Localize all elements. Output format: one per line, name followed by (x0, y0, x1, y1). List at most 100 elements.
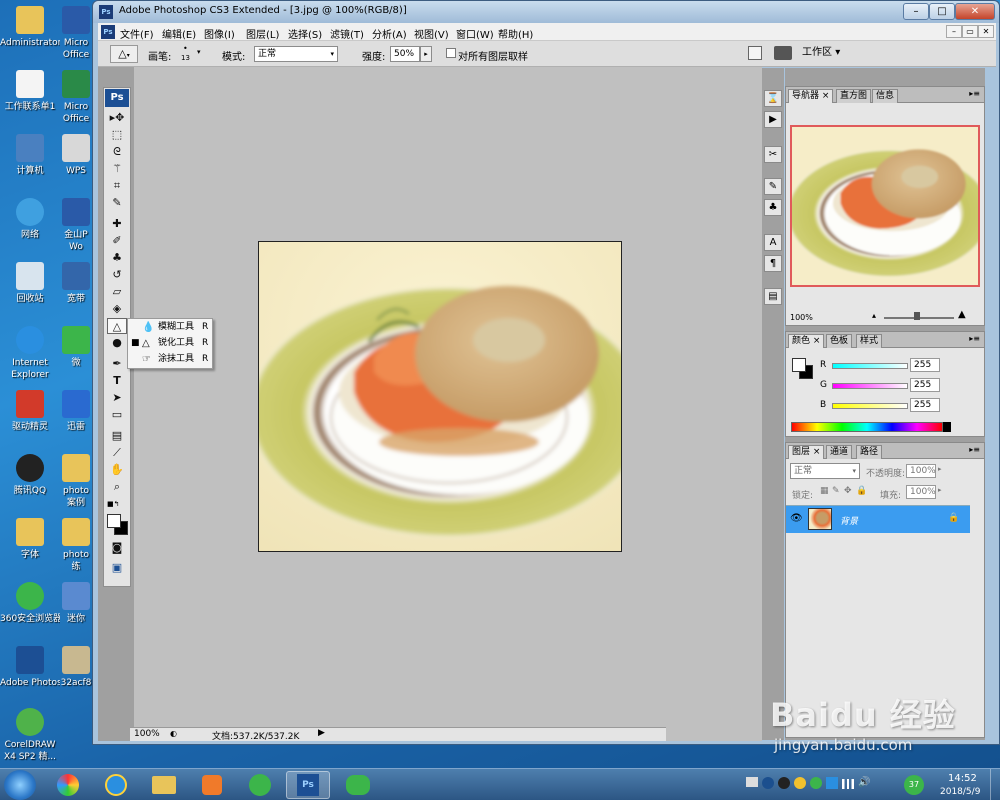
palette-toggle-icon[interactable] (748, 46, 762, 60)
desktop-icon-driver-genius[interactable]: 驱动精灵 (0, 388, 60, 450)
start-button[interactable] (4, 770, 36, 800)
close-button[interactable]: ✕ (955, 3, 995, 20)
clone-source-icon[interactable]: ♣ (764, 199, 782, 216)
taskbar-app-360[interactable] (46, 771, 90, 799)
lock-transparency-icon[interactable]: ▦ (820, 486, 829, 496)
character-panel-icon[interactable]: A (764, 234, 782, 251)
desktop-icon-recycle-bin[interactable]: 回收站 (0, 260, 60, 322)
show-desktop-button[interactable] (990, 769, 1000, 800)
zoom-out-icon[interactable]: ▴ (872, 311, 876, 320)
eye-icon[interactable]: 👁 (790, 513, 803, 524)
strength-slider-button[interactable]: ▸ (420, 46, 432, 62)
status-menu-arrow-icon[interactable]: ▶ (318, 728, 325, 738)
menu-image[interactable]: 图像(I) (204, 26, 235, 41)
paint-bucket-tool-icon[interactable]: ◈ (107, 301, 127, 317)
desktop-icon-office-1[interactable]: Micro Office (60, 4, 92, 66)
lock-all-icon[interactable]: 🔒 (856, 486, 867, 496)
pen-tool-icon[interactable]: ✒ (107, 356, 127, 372)
clock-time[interactable]: 14:52 (948, 773, 977, 784)
healing-brush-tool-icon[interactable]: ✚ (107, 216, 127, 232)
opacity-input[interactable]: 100% (906, 464, 936, 478)
blue-slider[interactable] (832, 403, 908, 409)
clone-stamp-tool-icon[interactable]: ♣ (107, 250, 127, 266)
menu-help[interactable]: 帮助(H) (498, 26, 533, 41)
signal-icon[interactable] (842, 779, 854, 789)
marquee-tool-icon[interactable]: ⬚ (107, 127, 127, 143)
desktop-icon-coreldraw[interactable]: CorelDRAW X4 SP2 精... (0, 706, 60, 768)
foreground-color-swatch[interactable] (792, 358, 806, 372)
tab-histogram[interactable]: 直方图 (836, 89, 872, 103)
brushes-panel-icon[interactable]: ✎ (764, 178, 782, 195)
clock-date[interactable]: 2018/5/9 (940, 787, 980, 797)
fill-arrow-icon[interactable]: ▸ (938, 486, 942, 494)
desktop-icon-ie[interactable]: Internet Explorer (0, 324, 60, 386)
magic-wand-tool-icon[interactable]: ⚚ (107, 161, 127, 177)
desktop-icon-administrator[interactable]: Administrator (0, 4, 60, 66)
sample-all-layers-checkbox[interactable] (446, 48, 456, 58)
tab-info[interactable]: 信息 (872, 89, 899, 103)
hand-tool-icon[interactable]: ✋ (107, 462, 127, 478)
quick-mask-icon[interactable]: ◙ (107, 540, 127, 556)
tab-swatches[interactable]: 色板 (826, 334, 853, 348)
title-bar[interactable]: Ps Adobe Photoshop CS3 Extended - [3.jpg… (93, 1, 999, 23)
desktop-icon-wechat[interactable]: 微 (60, 324, 92, 386)
history-panel-icon[interactable]: ⌛ (764, 90, 782, 107)
desktop-icon-thunder[interactable]: 迅雷 (60, 388, 92, 450)
desktop-icon-computer[interactable]: 计算机 (0, 132, 60, 194)
tool-preset-picker[interactable]: △▾ (110, 45, 138, 63)
taskbar-360-browser[interactable] (238, 771, 282, 799)
doc-restore-button[interactable]: ▭ (962, 25, 978, 38)
strength-input[interactable]: 50% (390, 46, 420, 62)
taskbar-ie[interactable] (94, 771, 138, 799)
actions-panel-icon[interactable]: ▶ (764, 111, 782, 128)
desktop-icon-kingsoft[interactable]: 金山P Wo (60, 196, 92, 258)
tab-styles[interactable]: 样式 (856, 334, 883, 348)
flyout-item-sharpen-tool[interactable]: ■ △ 锐化工具 R (128, 336, 212, 351)
panel-menu-icon[interactable]: ▸≡ (969, 89, 980, 98)
eraser-tool-icon[interactable]: ▱ (107, 284, 127, 300)
desktop-icon-360-browser[interactable]: 360安全浏览器 (0, 580, 60, 642)
green-slider[interactable] (832, 383, 908, 389)
status-info-icon[interactable]: ◐ (170, 729, 177, 738)
tab-paths[interactable]: 路径 (856, 445, 883, 459)
default-colors-icon[interactable]: ■↰ (107, 500, 119, 508)
flyout-item-blur-tool[interactable]: 💧 模糊工具 R (128, 320, 212, 335)
brush-tool-icon[interactable]: ✐ (107, 233, 127, 249)
zoom-in-icon[interactable]: ▲ (958, 309, 966, 320)
eyedropper-tool-icon[interactable]: ⟋ (107, 445, 127, 461)
tray-green-icon[interactable] (810, 777, 822, 789)
navigator-zoom-value[interactable]: 100% (790, 313, 813, 322)
tab-channels[interactable]: 通道 (826, 445, 853, 459)
opacity-arrow-icon[interactable]: ▸ (938, 465, 942, 473)
panel-menu-icon[interactable]: ▸≡ (969, 334, 980, 343)
maximize-button[interactable]: □ (929, 3, 955, 20)
taskbar-wechat[interactable] (336, 771, 380, 799)
tray-shield-icon[interactable] (826, 777, 838, 789)
menu-select[interactable]: 选择(S) (288, 26, 322, 41)
lasso-tool-icon[interactable]: ᘓ (107, 144, 127, 160)
desktop-icon-work-doc[interactable]: 工作联系单1 (0, 68, 60, 130)
ps-menu-icon[interactable]: Ps (101, 25, 115, 39)
desktop-icon-office-2[interactable]: Micro Office (60, 68, 92, 130)
brush-picker[interactable]: • 13 ▾ (180, 44, 206, 64)
tray-yellow-icon[interactable] (794, 777, 806, 789)
zoom-tool-icon[interactable]: ⌕ (107, 479, 127, 495)
layer-name[interactable]: 背景 (840, 514, 858, 527)
desktop-icon-qq[interactable]: 腾讯QQ (0, 452, 60, 514)
navigator-thumbnail[interactable] (790, 125, 980, 287)
desktop-icon-photoshop[interactable]: Adobe Photosh... (0, 644, 60, 706)
green-value-input[interactable]: 255 (910, 378, 940, 392)
crop-tool-icon[interactable]: ⌗ (107, 178, 127, 194)
dodge-tool-icon[interactable]: ● (107, 335, 127, 351)
mode-select[interactable]: 正常 ▾ (254, 46, 338, 62)
menu-filter[interactable]: 滤镜(T) (330, 26, 364, 41)
qq-penguin-icon[interactable] (778, 777, 790, 789)
notes-tool-icon[interactable]: ▤ (107, 428, 127, 444)
tray-app-icon[interactable] (762, 777, 774, 789)
type-tool-icon[interactable]: T (107, 373, 127, 389)
menu-layer[interactable]: 图层(L) (246, 26, 279, 41)
fill-input[interactable]: 100% (906, 485, 936, 499)
workspace-menu[interactable]: 工作区 ▾ (802, 44, 852, 62)
color-spectrum-ramp[interactable] (791, 422, 943, 432)
path-selection-tool-icon[interactable]: ➤ (107, 390, 127, 406)
